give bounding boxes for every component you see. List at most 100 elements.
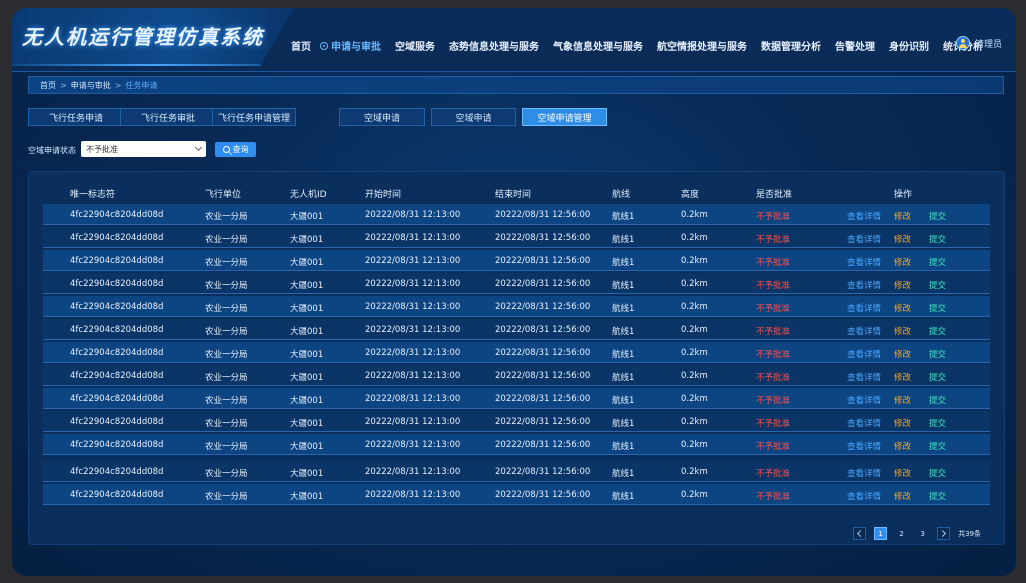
breadcrumb-home[interactable]: 首页 (40, 80, 56, 91)
cell-drone-id: 大疆001 (290, 304, 324, 314)
edit-link[interactable]: 修改 (894, 348, 911, 360)
submit-link[interactable]: 提交 (929, 417, 946, 429)
nav-item-apply-approve[interactable]: 申请与审批 (318, 38, 388, 53)
submit-link[interactable]: 提交 (929, 440, 946, 452)
table-panel: 唯一标志符 飞行单位 无人机ID 开始时间 结束时间 航线 高度 是否批准 操作… (28, 171, 1005, 545)
view-details-link[interactable]: 查看详情 (847, 467, 881, 479)
view-details-link[interactable]: 查看详情 (847, 210, 881, 222)
edit-link[interactable]: 修改 (894, 233, 911, 245)
cell-end-time: 20222/08/31 12:56:00 (495, 371, 591, 381)
submit-link[interactable]: 提交 (929, 490, 946, 502)
nav-item-airspace[interactable]: 空域服务 (388, 38, 442, 53)
tab-flight-task-apply[interactable]: 飞行任务申请 (28, 108, 124, 126)
tab-flight-task-approve[interactable]: 飞行任务审批 (120, 108, 216, 126)
edit-link[interactable]: 修改 (894, 256, 911, 268)
search-button[interactable]: 查询 (215, 142, 256, 157)
view-details-link[interactable]: 查看详情 (847, 256, 881, 268)
edit-link[interactable]: 修改 (894, 279, 911, 291)
breadcrumb: 首页 > 申请与审批 > 任务申请 (28, 76, 1004, 94)
page-button-3[interactable]: 3 (916, 527, 929, 540)
nav-item-home[interactable]: 首页 (284, 38, 318, 53)
nav-item-identity[interactable]: 身份识别 (882, 38, 936, 53)
submit-link[interactable]: 提交 (929, 233, 946, 245)
view-details-link[interactable]: 查看详情 (847, 440, 881, 452)
nav-item-data-analysis[interactable]: 数据管理分析 (754, 38, 828, 53)
view-details-link[interactable]: 查看详情 (847, 348, 881, 360)
table-row: 4fc22904c8204dd08d 农业一分局 大疆001 20222/08/31 … (43, 365, 990, 386)
page-button-1[interactable]: 1 (874, 527, 888, 540)
avatar-icon (955, 36, 970, 50)
submit-link[interactable]: 提交 (929, 348, 946, 360)
chevron-down-icon (194, 143, 203, 152)
edit-link[interactable]: 修改 (894, 440, 911, 452)
cell-drone-id: 大疆001 (290, 350, 324, 360)
submit-link[interactable]: 提交 (929, 256, 946, 268)
cell-start-time: 20222/08/31 12:13:00 (365, 490, 461, 500)
header-route: 航线 (612, 190, 631, 200)
view-details-link[interactable]: 查看详情 (847, 371, 881, 383)
header-altitude: 高度 (681, 190, 700, 200)
edit-link[interactable]: 修改 (894, 302, 911, 314)
submit-link[interactable]: 提交 (929, 302, 946, 314)
target-icon (320, 41, 328, 50)
view-details-link[interactable]: 查看详情 (847, 233, 881, 245)
edit-link[interactable]: 修改 (894, 490, 911, 502)
submit-link[interactable]: 提交 (929, 210, 946, 222)
cell-route: 航线1 (612, 396, 635, 406)
status-select[interactable]: 不予批准 (81, 141, 206, 157)
edit-link[interactable]: 修改 (894, 210, 911, 222)
edit-link[interactable]: 修改 (894, 417, 911, 429)
view-details-link[interactable]: 查看详情 (847, 490, 881, 502)
submit-link[interactable]: 提交 (929, 279, 946, 291)
view-details-link[interactable]: 查看详情 (847, 394, 881, 406)
submit-link[interactable]: 提交 (929, 371, 946, 383)
submit-link[interactable]: 提交 (929, 467, 946, 479)
cell-unit: 农业一分局 (205, 373, 248, 383)
cell-end-time: 20222/08/31 12:56:00 (495, 348, 591, 358)
cell-altitude: 0.2km (681, 467, 708, 477)
table-row: 4fc22904c8204dd08d 农业一分局 大疆001 20222/08/31 … (43, 411, 990, 432)
header: 无人机运行管理仿真系统 首页 申请与审批 空域服务 态势信息处理与服务 气象信息… (12, 8, 1016, 72)
edit-link[interactable]: 修改 (894, 467, 911, 479)
cell-end-time: 20222/08/31 12:56:00 (495, 417, 591, 427)
cell-approved: 不予批准 (756, 327, 791, 337)
page-button-2[interactable]: 2 (895, 527, 908, 540)
tab-airspace-apply-2[interactable]: 空域申请 (431, 108, 516, 126)
user-menu[interactable]: 管理员 (955, 36, 1002, 50)
prev-page-button[interactable] (853, 527, 867, 540)
cell-drone-id: 大疆001 (290, 469, 324, 479)
edit-link[interactable]: 修改 (894, 325, 911, 337)
cell-approved: 不予批准 (756, 304, 791, 314)
next-page-button[interactable] (937, 527, 951, 540)
cell-end-time: 20222/08/31 12:56:00 (495, 279, 591, 289)
table-row: 4fc22904c8204dd08d 农业一分局 大疆001 20222/08/31 … (43, 250, 990, 271)
view-details-link[interactable]: 查看详情 (847, 302, 881, 314)
nav-item-alarm[interactable]: 告警处理 (828, 38, 882, 53)
cell-unit: 农业一分局 (205, 304, 248, 314)
cell-unit: 农业一分局 (205, 212, 248, 222)
cell-end-time: 20222/08/31 12:56:00 (495, 467, 591, 477)
submit-link[interactable]: 提交 (929, 394, 946, 406)
nav-item-situation[interactable]: 态势信息处理与服务 (442, 38, 546, 53)
cell-id: 4fc22904c8204dd08d (70, 417, 164, 427)
view-details-link[interactable]: 查看详情 (847, 279, 881, 291)
cell-unit: 农业一分局 (205, 350, 248, 360)
tab-airspace-apply-1[interactable]: 空域申请 (339, 108, 425, 126)
tab-flight-task-manage[interactable]: 飞行任务申请管理 (212, 108, 296, 126)
view-details-link[interactable]: 查看详情 (847, 417, 881, 429)
tab-airspace-apply-manage[interactable]: 空域申请管理 (522, 108, 607, 126)
cell-route: 航线1 (612, 281, 635, 291)
cell-unit: 农业一分局 (205, 419, 248, 429)
edit-link[interactable]: 修改 (894, 371, 911, 383)
nav-item-weather[interactable]: 气象信息处理与服务 (546, 38, 650, 53)
table-row: 4fc22904c8204dd08d 农业一分局 大疆001 20222/08/31 … (43, 484, 990, 505)
table-header: 唯一标志符 飞行单位 无人机ID 开始时间 结束时间 航线 高度 是否批准 操作 (43, 185, 990, 201)
edit-link[interactable]: 修改 (894, 394, 911, 406)
cell-route: 航线1 (612, 350, 635, 360)
view-details-link[interactable]: 查看详情 (847, 325, 881, 337)
breadcrumb-apply-approve[interactable]: 申请与审批 (71, 80, 111, 91)
submit-link[interactable]: 提交 (929, 325, 946, 337)
nav-item-aeronautical[interactable]: 航空情报处理与服务 (650, 38, 754, 53)
cell-drone-id: 大疆001 (290, 281, 324, 291)
cell-end-time: 20222/08/31 12:56:00 (495, 256, 591, 266)
